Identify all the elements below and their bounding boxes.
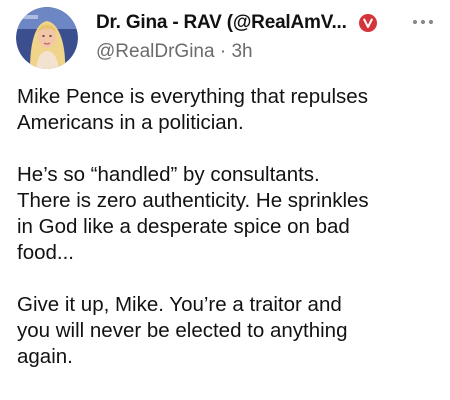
post-paragraph: He’s so “handled” by consultants. There …: [17, 162, 442, 266]
post-card: Dr. Gina - RAV (@RealAmV... @RealDrGina …: [0, 0, 450, 400]
author-handle-line: @RealDrGina · 3h: [96, 41, 253, 63]
text-line: in God like a desperate spice on bad: [17, 215, 350, 238]
author-handle[interactable]: @RealDrGina: [96, 41, 215, 62]
text-line: Mike Pence is everything that repulses: [17, 85, 368, 108]
verified-badge-icon: [358, 14, 377, 32]
post-paragraph: Mike Pence is everything that repulses A…: [17, 84, 442, 136]
text-line: you will never be elected to anything: [17, 319, 348, 342]
separator-dot: ·: [219, 41, 227, 62]
avatar[interactable]: [16, 7, 78, 69]
author-name-line: Dr. Gina - RAV (@RealAmV...: [96, 11, 377, 35]
text-line: Give it up, Mike. You’re a traitor and: [17, 293, 342, 316]
text-line: again.: [17, 345, 73, 368]
text-line: Americans in a politician.: [17, 111, 244, 134]
text-line: He’s so “handled” by consultants.: [17, 163, 320, 186]
author-display-name[interactable]: Dr. Gina - RAV (@RealAmV...: [96, 12, 347, 34]
post-timestamp[interactable]: 3h: [231, 41, 252, 62]
more-horizontal-icon[interactable]: [410, 15, 436, 29]
text-line: food...: [17, 241, 74, 264]
text-line: There is zero authenticity. He sprinkles: [17, 189, 369, 212]
post-text: Mike Pence is everything that repulses A…: [17, 84, 442, 396]
avatar-image: [16, 7, 78, 69]
post-paragraph: Give it up, Mike. You’re a traitor and y…: [17, 292, 442, 370]
post-header: Dr. Gina - RAV (@RealAmV... @RealDrGina …: [16, 7, 440, 71]
badge-v-icon: [362, 18, 373, 28]
